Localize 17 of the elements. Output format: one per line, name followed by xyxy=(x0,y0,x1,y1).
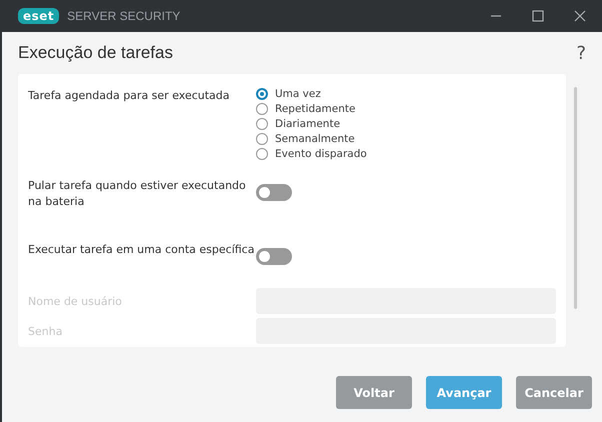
setting-label: Tarefa agendada para ser executada xyxy=(28,88,231,104)
radio-option[interactable]: Uma vez xyxy=(256,88,367,100)
radio-option[interactable]: Evento disparado xyxy=(256,148,367,160)
radio-option[interactable]: Repetidamente xyxy=(256,103,367,115)
maximize-icon[interactable] xyxy=(532,10,544,22)
radio-option[interactable]: Diariamente xyxy=(256,118,367,130)
toggle-switch[interactable] xyxy=(256,248,292,265)
toggle-switch[interactable] xyxy=(256,184,292,201)
close-icon[interactable] xyxy=(574,10,586,22)
help-link[interactable]: ? xyxy=(576,42,586,64)
product-name: SERVER SECURITY xyxy=(67,9,180,23)
setting-label: Pular tarefa quando estiver executando na bateria xyxy=(28,178,247,210)
radio-option[interactable]: Semanalmente xyxy=(256,133,367,145)
eset-logo: eset xyxy=(18,8,60,24)
page-title: Execução de tarefas xyxy=(18,43,173,63)
setting-label: Executar tarefa em uma conta específica xyxy=(28,242,256,258)
scrollbar[interactable] xyxy=(574,87,577,309)
